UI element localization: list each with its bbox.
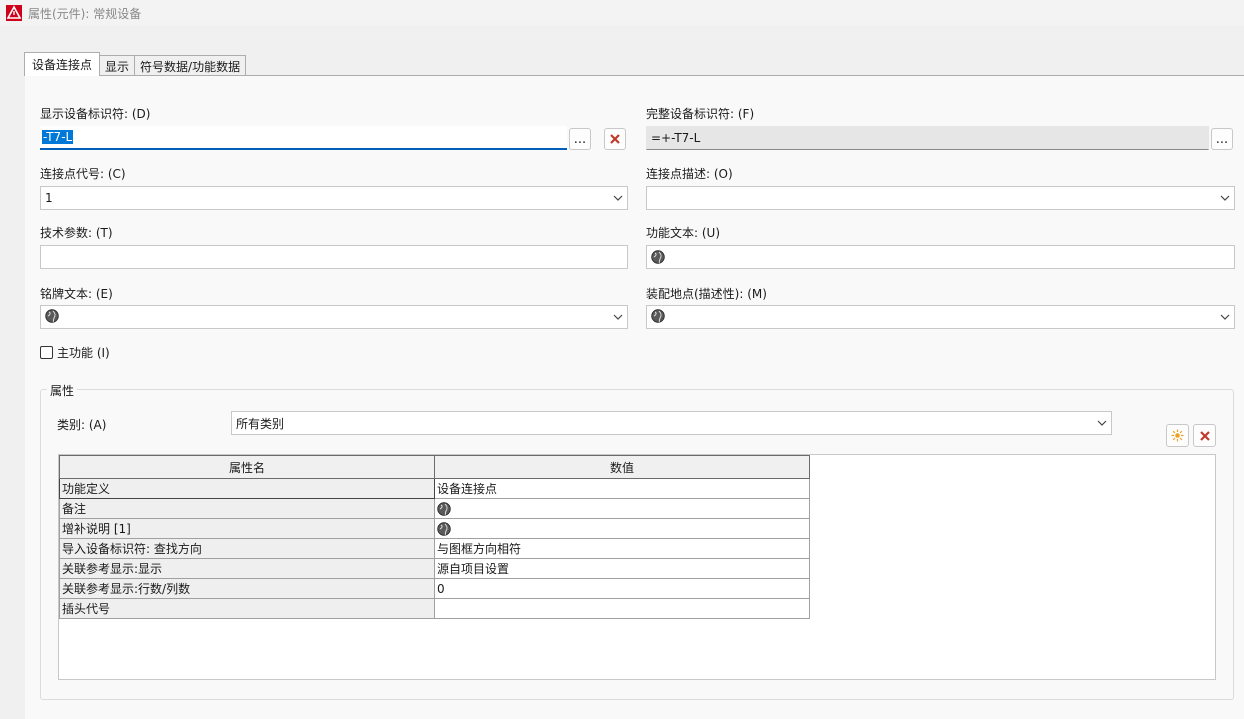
property-name-cell[interactable]: 关联参考显示:行数/列数	[59, 578, 435, 599]
tab-display[interactable]: 显示	[99, 55, 136, 76]
globe-icon[interactable]	[651, 308, 665, 323]
tab-symbol-function-data[interactable]: 符号数据/功能数据	[134, 55, 247, 76]
conn-desc-label: 连接点描述: (O)	[646, 167, 733, 181]
app-logo-icon	[6, 5, 22, 21]
property-value-cell[interactable]: 0	[434, 578, 810, 599]
main-function-label: 主功能 (I)	[57, 346, 110, 360]
chevron-down-icon	[609, 193, 627, 204]
chevron-down-icon	[609, 312, 627, 323]
table-row[interactable]: 插头代号	[59, 598, 810, 619]
display-id-browse-button[interactable]: ...	[569, 128, 591, 150]
property-value-cell[interactable]: 源自项目设置	[434, 558, 810, 579]
main-function-checkbox[interactable]: 主功能 (I)	[40, 344, 110, 361]
property-table: 属性名 数值 功能定义 设备连接点 备注 增补说明 [1] 导入设备标识符: 查找方向与…	[59, 455, 810, 619]
sparkle-icon	[1171, 429, 1184, 442]
property-value-cell[interactable]	[434, 518, 810, 539]
conn-code-label: 连接点代号: (C)	[40, 167, 126, 181]
table-row[interactable]: 关联参考显示:显示 源自项目设置	[59, 558, 810, 579]
delete-icon	[1199, 430, 1210, 441]
mount-loc-combo[interactable]	[646, 305, 1235, 329]
display-id-input[interactable]: -T7-L	[40, 126, 567, 150]
mount-loc-label: 装配地点(描述性): (M)	[646, 287, 767, 301]
tab-device-connection[interactable]: 设备连接点	[24, 52, 101, 76]
property-name-cell[interactable]: 关联参考显示:显示	[59, 558, 435, 579]
display-id-label: 显示设备标识符: (D)	[40, 107, 151, 121]
globe-icon[interactable]	[651, 250, 665, 264]
window-title: 属性(元件): 常规设备	[28, 6, 142, 21]
title-bar: 属性(元件): 常规设备	[0, 0, 1244, 26]
table-row[interactable]: 功能定义 设备连接点	[59, 478, 810, 499]
column-header-value[interactable]: 数值	[434, 455, 810, 479]
full-id-label: 完整设备标识符: (F)	[646, 107, 755, 121]
property-grid: 属性名 数值 功能定义 设备连接点 备注 增补说明 [1] 导入设备标识符: 查找方向与…	[58, 454, 1216, 680]
nameplate-label: 铭牌文本: (E)	[40, 287, 113, 301]
func-text-input[interactable]	[646, 245, 1235, 269]
full-id-value: =+-T7-L	[651, 131, 701, 145]
table-row[interactable]: 关联参考显示:行数/列数 0	[59, 578, 810, 599]
nameplate-combo[interactable]	[40, 305, 628, 329]
display-id-clear-button[interactable]	[604, 128, 626, 150]
property-name-cell[interactable]: 插头代号	[59, 598, 435, 619]
conn-code-combo[interactable]: 1	[40, 186, 628, 210]
table-row[interactable]: 备注	[59, 498, 810, 519]
delete-icon	[610, 134, 620, 144]
full-id-field: =+-T7-L	[646, 126, 1209, 150]
property-name-cell[interactable]: 增补说明 [1]	[59, 518, 435, 539]
property-value-cell[interactable]: 设备连接点	[434, 478, 810, 499]
checkbox-box[interactable]	[40, 346, 53, 359]
category-value: 所有类别	[236, 416, 285, 431]
property-name-cell[interactable]: 备注	[59, 498, 435, 519]
chevron-down-icon	[1216, 312, 1234, 323]
conn-code-value: 1	[45, 191, 53, 205]
tab-strip: 设备连接点 显示 符号数据/功能数据	[24, 52, 247, 76]
display-id-value: -T7-L	[42, 130, 74, 144]
globe-icon[interactable]	[437, 521, 451, 536]
chevron-down-icon	[1216, 193, 1234, 204]
delete-property-button[interactable]	[1193, 424, 1216, 447]
category-label: 类别: (A)	[57, 418, 107, 432]
chevron-down-icon	[1093, 418, 1111, 429]
tech-param-input[interactable]	[40, 245, 628, 269]
full-id-browse-button[interactable]: ...	[1211, 128, 1233, 150]
func-text-label: 功能文本: (U)	[646, 226, 721, 240]
property-value-cell[interactable]	[434, 598, 810, 619]
property-value-cell[interactable]	[434, 498, 810, 519]
globe-icon[interactable]	[437, 501, 451, 516]
table-row[interactable]: 导入设备标识符: 查找方向 与图框方向相符	[59, 538, 810, 559]
property-name-cell[interactable]: 导入设备标识符: 查找方向	[59, 538, 435, 559]
properties-group-title: 属性	[47, 382, 78, 399]
property-value-cell[interactable]: 与图框方向相符	[434, 538, 810, 559]
table-row[interactable]: 增补说明 [1]	[59, 518, 810, 539]
tech-param-label: 技术参数: (T)	[40, 226, 113, 240]
property-name-cell[interactable]: 功能定义	[59, 478, 435, 499]
globe-icon[interactable]	[45, 308, 59, 323]
new-property-button[interactable]	[1166, 424, 1189, 447]
conn-desc-combo[interactable]	[646, 186, 1235, 210]
column-header-name[interactable]: 属性名	[59, 455, 435, 479]
category-combo[interactable]: 所有类别	[231, 411, 1112, 435]
